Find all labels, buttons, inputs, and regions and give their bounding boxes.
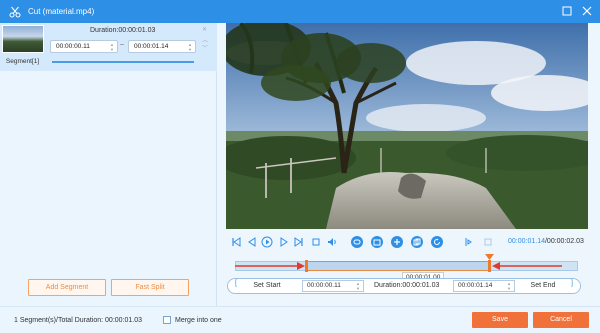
segment-range-bar — [52, 61, 194, 63]
loop-icon[interactable] — [351, 236, 363, 248]
timeline-selection — [306, 261, 489, 271]
trim-bar: [ Set Start 00:00:00.11 ▲ ▼ Duration:00:0… — [227, 278, 581, 294]
snapshot-icon[interactable] — [371, 236, 383, 248]
range-dash: – — [120, 41, 124, 48]
arrow-right-icon — [235, 262, 305, 270]
skip-start-icon[interactable] — [230, 236, 242, 248]
add-icon[interactable] — [391, 236, 403, 248]
trim-duration: Duration:00:00:01.03 — [374, 282, 440, 289]
delete-segment-icon[interactable]: ✕ — [202, 26, 207, 33]
bracket-open-icon: [ — [235, 280, 237, 287]
segment-duration: Duration:00:00:01.03 — [90, 27, 156, 34]
copy-icon[interactable] — [411, 236, 423, 248]
start-handle[interactable] — [305, 260, 308, 272]
cancel-button[interactable]: Cancel — [533, 312, 589, 328]
segment-start-field[interactable]: 00:00:00.11 ▲ ▼ — [50, 40, 118, 53]
trim-end-value: 00:00:01.14 — [458, 282, 493, 289]
prev-frame-icon[interactable] — [246, 236, 258, 248]
stepper-icon[interactable]: ▲ ▼ — [507, 281, 512, 291]
segment-thumbnail — [2, 25, 44, 53]
stepper-icon[interactable]: ▲ ▼ — [188, 42, 193, 52]
video-frame — [226, 23, 588, 229]
current-time: 00:00:01.14 — [508, 238, 545, 245]
stepper-icon[interactable]: ▲ ▼ — [110, 42, 115, 52]
close-icon[interactable] — [580, 4, 594, 18]
play-icon[interactable] — [261, 236, 273, 248]
arrow-left-icon — [492, 262, 562, 270]
window-title: Cut (material.mp4) — [28, 7, 95, 16]
trim-start-field[interactable]: 00:00:00.11 ▲ ▼ — [302, 280, 364, 292]
segment-end-field[interactable]: 00:00:01.14 ▲ ▼ — [128, 40, 196, 53]
segment-end-value: 00:00:01.14 — [134, 43, 169, 50]
add-segment-button[interactable]: Add Segment — [28, 279, 106, 296]
playhead-icon[interactable] — [485, 254, 494, 260]
title-bar: Cut (material.mp4) — [0, 0, 600, 23]
merge-label[interactable]: Merge into one — [175, 317, 222, 324]
video-preview — [226, 23, 588, 229]
mark-out-icon[interactable] — [482, 236, 494, 248]
playback-controls: 00:00:01.14/00:00:02.03 — [226, 233, 588, 251]
scissors-icon — [8, 5, 22, 19]
segment-start-value: 00:00:00.11 — [56, 43, 90, 50]
merge-checkbox[interactable] — [163, 316, 171, 324]
mark-in-icon[interactable] — [463, 236, 475, 248]
segment-panel: Segment[1] Duration:00:00:01.03 00:00:00… — [0, 23, 217, 306]
stepper-icon[interactable]: ▲ ▼ — [356, 281, 361, 291]
volume-icon[interactable] — [326, 236, 338, 248]
reset-icon[interactable] — [431, 236, 443, 248]
timecode: 00:00:01.14/00:00:02.03 — [508, 238, 584, 245]
footer: 1 Segment(s)/Total Duration: 00:00:01.03… — [0, 306, 600, 333]
fast-split-button[interactable]: Fast Split — [111, 279, 189, 296]
trim-start-value: 00:00:00.11 — [307, 282, 341, 289]
cut-window: Cut (material.mp4) Segment[1] Duration:0… — [0, 0, 600, 333]
set-end-button[interactable]: Set End — [518, 279, 568, 293]
timeline[interactable]: 00:00:01.00 — [233, 254, 580, 283]
move-down-icon[interactable]: ﹀ — [202, 43, 208, 52]
segment-label: Segment[1] — [5, 58, 40, 65]
save-button[interactable]: Save — [472, 312, 528, 328]
restore-icon[interactable] — [560, 4, 574, 18]
total-duration-summary: 1 Segment(s)/Total Duration: 00:00:01.03 — [14, 317, 143, 324]
stop-icon[interactable] — [310, 236, 322, 248]
segment-card[interactable]: Segment[1] Duration:00:00:01.03 00:00:00… — [0, 23, 217, 71]
total-time: /00:00:02.03 — [544, 238, 584, 245]
bracket-close-icon: ] — [571, 280, 573, 287]
end-handle[interactable] — [488, 260, 491, 272]
set-start-button[interactable]: Set Start — [242, 279, 292, 293]
skip-end-icon[interactable] — [293, 236, 305, 248]
next-frame-icon[interactable] — [278, 236, 290, 248]
trim-end-field[interactable]: 00:00:01.14 ▲ ▼ — [453, 280, 515, 292]
